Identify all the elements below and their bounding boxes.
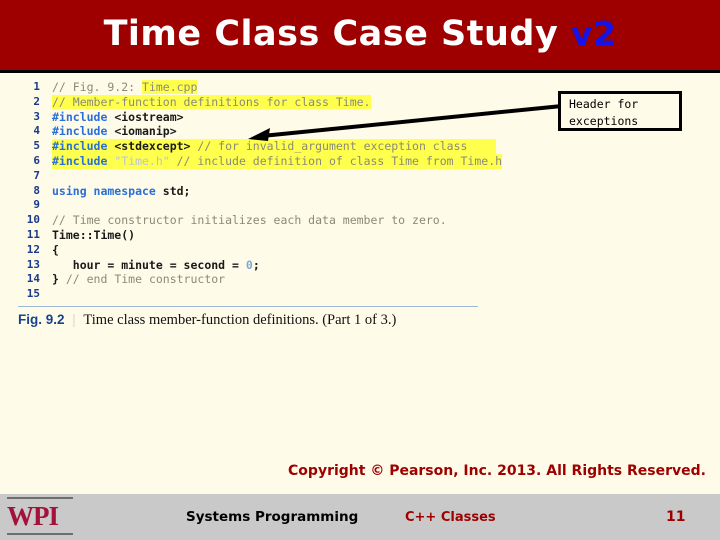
page-title-main: Time Class Case Study — [103, 14, 559, 54]
wpi-logo: WPI — [7, 497, 79, 537]
code-line-number: 4 — [33, 124, 40, 138]
code-line-source: using namespace std; — [52, 183, 191, 198]
code-line-highlighted: 6 #include "Time.h" // include definitio… — [18, 153, 503, 169]
code-line-source: // Fig. 9.2: Time.cpp — [52, 80, 198, 94]
logo-rule-top — [7, 497, 73, 499]
code-line-number: 9 — [33, 198, 40, 212]
slide-footer-bar — [0, 494, 720, 540]
code-line-source: // Member-function definitions for class… — [52, 94, 371, 109]
code-line: 11 Time::Time() — [18, 228, 496, 243]
code-listing: 1 // Fig. 9.2: Time.cpp 2 // Member-func… — [18, 80, 503, 302]
footer-page-number: 11 — [666, 509, 686, 525]
footer-course-name: Systems Programming — [186, 509, 359, 525]
code-line: 10 // Time constructor initializes each … — [18, 213, 496, 228]
code-line-number: 12 — [26, 242, 40, 256]
code-line-number: 11 — [26, 227, 40, 241]
code-line: 1 // Fig. 9.2: Time.cpp — [18, 80, 496, 95]
page-title-version: v2 — [570, 14, 617, 53]
code-line-source: #include <iostream> — [52, 109, 184, 124]
code-line-number: 2 — [33, 94, 40, 108]
logo-rule-bottom — [7, 533, 73, 535]
code-line-source: { — [52, 242, 59, 257]
code-line-source: #include <stdexcept> // for invalid_argu… — [52, 139, 496, 154]
code-line: 2 // Member-function definitions for cla… — [18, 94, 496, 110]
code-line-number: 5 — [33, 139, 40, 153]
footer-topic-name: C++ Classes — [405, 510, 496, 525]
code-line: 3 #include <iostream> — [18, 110, 496, 125]
code-line-number: 10 — [26, 213, 40, 227]
code-line-number: 1 — [33, 80, 40, 93]
code-line-number: 7 — [33, 168, 40, 182]
code-line: 15 — [18, 287, 496, 302]
code-line-number: 13 — [26, 257, 40, 271]
code-line-source: // Time constructor initializes each dat… — [52, 213, 447, 228]
code-line-number: 15 — [26, 287, 40, 301]
figure-caption: Fig. 9.2 | Time class member-function defi… — [18, 312, 538, 329]
copyright-notice: Copyright © Pearson, Inc. 2013. All Righ… — [288, 463, 706, 479]
code-line-source: #include <iomanip> — [52, 124, 177, 139]
slide-header-bar: Time Class Case Study v2 — [0, 0, 720, 73]
code-line: 13 hour = minute = second = 0; — [18, 258, 496, 273]
code-line-number: 6 — [33, 153, 40, 167]
code-line-number: 14 — [26, 272, 40, 286]
callout-label: Header for exceptions — [569, 97, 639, 128]
caption-divider — [18, 306, 478, 307]
logo-text: WPI — [7, 501, 59, 531]
code-line-source: Time::Time() — [52, 227, 136, 242]
callout-box: Header for exceptions — [558, 91, 682, 131]
caption-separator: | — [72, 312, 76, 328]
code-line: 7 — [18, 169, 496, 184]
code-line-source: } // end Time constructor — [52, 272, 226, 287]
code-line-source: hour = minute = second = 0; — [52, 257, 260, 272]
code-line: 14 } // end Time constructor — [18, 272, 496, 287]
code-line-number: 8 — [33, 183, 40, 197]
code-line: 9 — [18, 198, 496, 213]
figure-caption-text: Time class member-function definitions. … — [83, 312, 397, 328]
code-line-source: #include "Time.h" // include definition … — [52, 153, 503, 169]
page-title: Time Class Case Study v2 — [0, 14, 720, 54]
code-line: 8 using namespace std; — [18, 184, 496, 199]
code-figure-panel: 1 // Fig. 9.2: Time.cpp 2 // Member-func… — [18, 80, 503, 302]
code-line-highlighted: 5 #include <stdexcept> // for invalid_ar… — [18, 139, 496, 154]
code-line-number: 3 — [33, 109, 40, 123]
code-line: 4 #include <iomanip> — [18, 124, 496, 139]
figure-number: Fig. 9.2 — [18, 312, 65, 327]
code-line: 12 { — [18, 243, 496, 258]
